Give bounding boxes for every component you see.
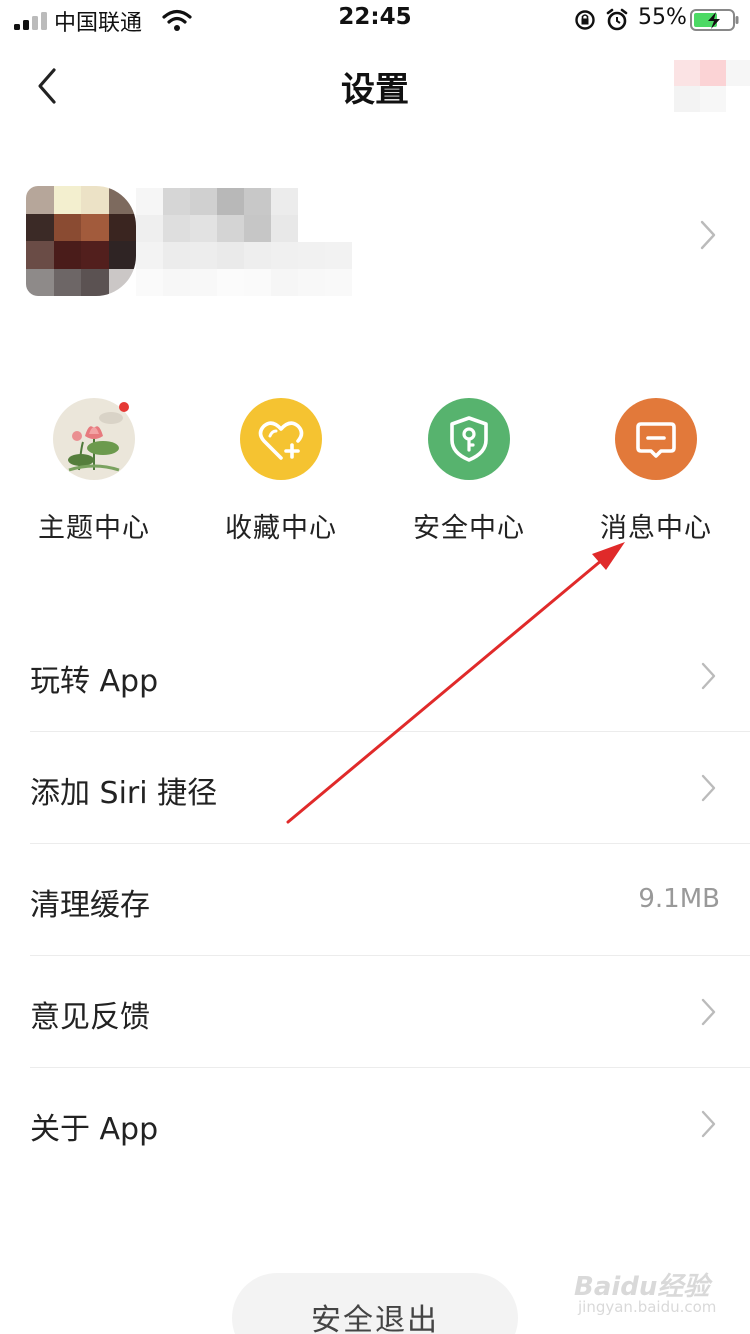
settings-list: 玩转 App 添加 Siri 捷径 清理缓存 9.1MB 意见反馈 关于 App	[0, 620, 750, 1180]
settings-item-label: 意见反馈	[30, 1000, 150, 1035]
settings-item-about-app[interactable]: 关于 App	[30, 1068, 750, 1180]
navigation-bar: 设置	[0, 42, 750, 130]
logout-label: 安全退出	[311, 1303, 439, 1334]
theme-center-button[interactable]: 主题中心	[0, 398, 188, 545]
page-title: 设置	[341, 70, 409, 110]
settings-item-label: 添加 Siri 捷径	[30, 776, 218, 811]
message-center-button[interactable]: 消息中心	[562, 398, 750, 545]
chevron-right-icon	[701, 662, 716, 690]
settings-item-label: 玩转 App	[30, 664, 159, 699]
notification-badge	[119, 402, 129, 412]
settings-item-label: 清理缓存	[30, 888, 150, 923]
status-bar: 中国联通 22:45 55%	[0, 0, 750, 42]
cache-size-value: 9.1MB	[638, 884, 720, 914]
shield-key-icon	[428, 398, 510, 480]
favorites-center-button[interactable]: 收藏中心	[187, 398, 375, 545]
security-center-button[interactable]: 安全中心	[375, 398, 563, 545]
chevron-right-icon	[700, 220, 716, 250]
settings-item-play-app[interactable]: 玩转 App	[30, 620, 750, 732]
settings-item-siri-shortcut[interactable]: 添加 Siri 捷径	[30, 732, 750, 844]
battery-percent: 55%	[638, 5, 687, 30]
quick-action-label: 消息中心	[600, 513, 712, 544]
lotus-theme-icon	[53, 398, 135, 480]
alarm-icon	[606, 8, 628, 31]
rotation-lock-icon	[575, 10, 595, 30]
avatar	[26, 186, 136, 296]
pixelated-area	[660, 52, 750, 112]
quick-action-label: 收藏中心	[225, 513, 337, 544]
message-icon	[615, 398, 697, 480]
chevron-right-icon	[701, 1110, 716, 1138]
logout-button[interactable]: 安全退出	[232, 1273, 518, 1334]
quick-action-label: 主题中心	[38, 513, 150, 544]
username-blurred	[136, 188, 352, 296]
settings-item-feedback[interactable]: 意见反馈	[30, 956, 750, 1068]
quick-actions: 主题中心 收藏中心 安全中心 消息中心	[0, 398, 750, 558]
heart-plus-icon	[240, 398, 322, 480]
battery-charging-icon	[690, 9, 739, 31]
settings-item-clear-cache[interactable]: 清理缓存 9.1MB	[30, 844, 750, 956]
chevron-right-icon	[701, 774, 716, 802]
baidu-watermark: Baidu经验 jingyan.baidu.com	[574, 1262, 724, 1322]
watermark-url: jingyan.baidu.com	[578, 1298, 717, 1316]
profile-row[interactable]	[0, 170, 750, 310]
quick-action-label: 安全中心	[413, 513, 525, 544]
chevron-right-icon	[701, 998, 716, 1026]
settings-item-label: 关于 App	[30, 1112, 159, 1147]
